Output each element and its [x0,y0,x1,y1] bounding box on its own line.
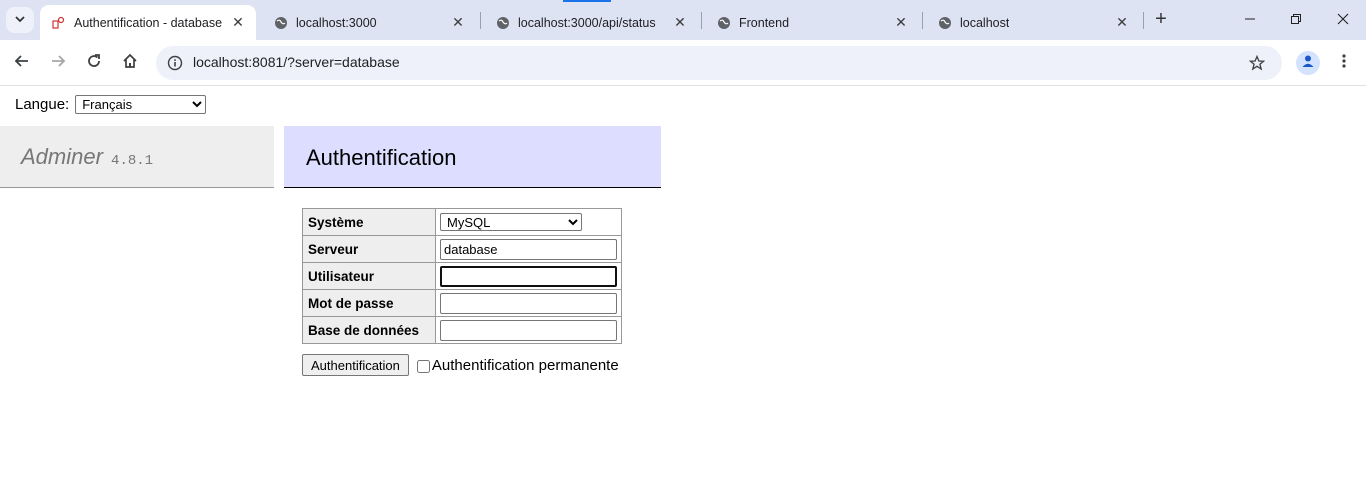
new-tab-button[interactable]: + [1151,9,1171,31]
close-window-button[interactable] [1331,8,1355,32]
tab-api-status[interactable]: localhost:3000/api/status ✕ [484,5,698,40]
user-label: Utilisateur [302,262,436,290]
bookmark-star-icon[interactable] [1246,52,1268,74]
system-label: Système [302,208,436,236]
site-info-icon[interactable] [164,52,186,74]
tab-adminer[interactable]: Authentification - database ✕ [40,5,256,40]
adminer-icon [52,16,66,30]
forward-button[interactable] [46,51,70,75]
close-icon[interactable]: ✕ [1114,14,1130,30]
person-icon [1300,53,1316,74]
reload-button[interactable] [82,51,106,75]
tab-separator [922,12,923,29]
version-label: 4.8.1 [111,153,154,169]
tab-title: localhost [960,15,1010,30]
close-icon[interactable]: ✕ [230,14,246,30]
permanent-login-checkbox[interactable] [416,360,430,373]
table-row: Utilisateur [302,262,622,290]
language-selector: Langue: Français [15,95,207,114]
globe-icon [938,16,952,30]
permanent-login-label[interactable]: Authentification permanente [432,357,619,374]
tab-separator [701,12,702,29]
database-label: Base de données [302,316,436,344]
tab-title: Frontend [739,15,790,30]
table-row: Base de données [302,316,622,344]
system-select[interactable]: MySQL [440,213,582,231]
home-button[interactable] [118,51,142,75]
password-label: Mot de passe [302,289,436,317]
tab-title: localhost:3000 [296,15,377,30]
password-input[interactable] [440,292,617,314]
tab-separator [480,12,481,29]
more-vert-icon [1336,53,1352,74]
brand-link[interactable]: Adminer 4.8.1 [21,144,153,170]
reload-icon [86,53,102,74]
table-row: Mot de passe [302,289,622,317]
server-label: Serveur [302,235,436,263]
home-icon [122,53,138,74]
server-input[interactable] [440,238,617,260]
page-title: Authentification [306,145,457,170]
tab-localhost-3000[interactable]: localhost:3000 ✕ [262,5,476,40]
page-content: Langue: Français Adminer 4.8.1 Authentif… [0,87,1366,493]
arrow-left-icon [14,53,30,74]
language-select[interactable]: Français [75,95,207,114]
close-icon[interactable]: ✕ [672,14,688,30]
user-input[interactable] [440,265,617,287]
database-input[interactable] [440,319,617,341]
close-icon[interactable]: ✕ [450,14,466,30]
tab-loading-indicator [563,0,611,2]
minimize-icon [1244,12,1256,28]
profile-avatar[interactable] [1296,51,1320,75]
login-form-table: Système MySQL Serveur Utilisateur Mot de… [302,208,622,344]
close-icon [1337,12,1349,28]
browser-toolbar: localhost:8081/?server=database [0,40,1366,86]
brand-name: Adminer [21,144,103,169]
tab-localhost[interactable]: localhost ✕ [926,5,1140,40]
arrow-right-icon [50,53,66,74]
table-row: Serveur [302,235,622,263]
plus-icon: + [1155,8,1167,30]
content-header: Authentification [284,126,661,188]
url-text: localhost:8081/?server=database [193,54,400,70]
tab-separator [1143,12,1144,29]
tab-title: Authentification - database [74,15,223,30]
browser-menu-button[interactable] [1332,51,1356,75]
globe-icon [496,16,510,30]
close-icon[interactable]: ✕ [893,14,909,30]
language-label: Langue: [15,96,70,113]
tab-search-button[interactable] [6,7,34,33]
tab-frontend[interactable]: Frontend ✕ [705,5,919,40]
restore-button[interactable] [1284,8,1308,32]
table-row: Système MySQL [302,208,622,236]
chevron-down-icon [14,13,26,28]
submit-row: Authentification Authentification perman… [302,354,619,376]
adminer-menu: Adminer 4.8.1 [0,126,274,188]
back-button[interactable] [10,51,34,75]
minimize-button[interactable] [1238,8,1262,32]
globe-icon [717,16,731,30]
tab-strip: Authentification - database ✕ localhost:… [0,0,1366,40]
globe-icon [274,16,288,30]
restore-icon [1290,12,1302,28]
login-button[interactable]: Authentification [302,354,409,376]
address-bar[interactable]: localhost:8081/?server=database [156,46,1282,80]
tab-title: localhost:3000/api/status [518,15,656,30]
